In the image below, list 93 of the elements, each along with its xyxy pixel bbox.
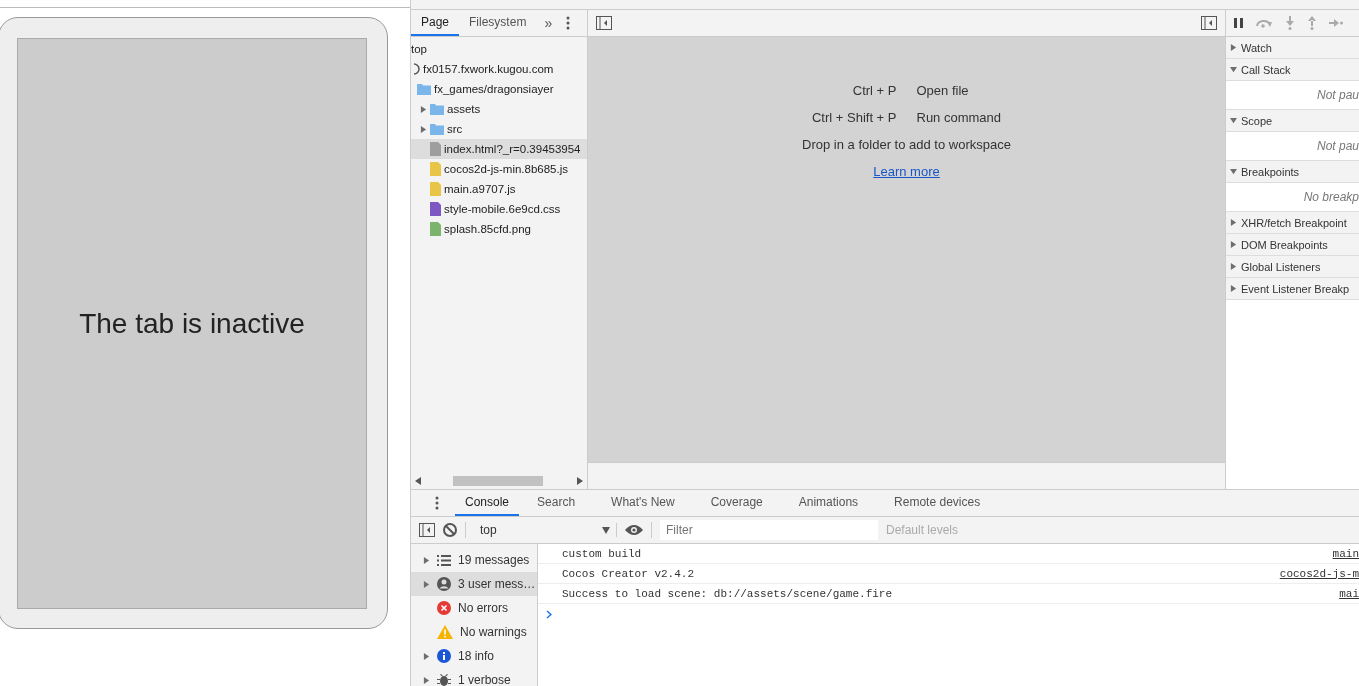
drawer-tab[interactable]: Animations xyxy=(780,490,877,516)
console-message: custom build xyxy=(562,547,642,560)
disclosure-triangle-icon[interactable] xyxy=(1230,219,1237,226)
tree-item[interactable]: main.a9707.js xyxy=(444,183,516,195)
drawer-tab[interactable]: Remote devices xyxy=(876,490,999,516)
sidebar-item[interactable]: 18 info xyxy=(411,644,537,668)
drop-hint: Drop in a folder to add to workspace xyxy=(802,137,1011,152)
pane-title: XHR/fetch Breakpoint xyxy=(1241,216,1347,229)
shortcut-action: Open file xyxy=(916,83,970,98)
pane-status: No breakp xyxy=(1303,190,1359,204)
bug-icon xyxy=(437,673,451,686)
disclosure-triangle-icon[interactable] xyxy=(1230,44,1237,51)
disclosure-triangle-icon[interactable] xyxy=(1230,263,1237,270)
kebab-menu-icon[interactable] xyxy=(566,16,571,30)
scroll-right-icon[interactable] xyxy=(577,477,583,485)
tree-item[interactable]: cocos2d-js-min.8b685.js xyxy=(444,163,568,175)
source-link[interactable]: cocos2d-js-m xyxy=(1279,567,1359,580)
user-icon xyxy=(437,577,451,591)
disclosure-triangle-icon[interactable] xyxy=(420,105,427,113)
folder-icon xyxy=(417,83,431,95)
pane-title: Watch xyxy=(1241,41,1272,54)
drawer-tab[interactable]: Search xyxy=(519,490,594,516)
filter-field[interactable]: Filter xyxy=(660,520,878,540)
panel-tab[interactable]: Filesystem xyxy=(459,10,537,36)
disclosure-triangle-icon[interactable] xyxy=(420,125,427,133)
tree-item[interactable]: src xyxy=(447,123,463,135)
folder-icon xyxy=(430,123,444,135)
shortcut-keys: Ctrl + Shift + P xyxy=(756,110,897,125)
sidebar-toggle-icon[interactable] xyxy=(419,523,435,537)
list-icon xyxy=(437,554,451,566)
sidebar-item[interactable]: 1 verbose xyxy=(411,668,537,686)
shortcut-keys: Ctrl + P xyxy=(756,83,897,98)
drawer-tab[interactable]: Coverage xyxy=(692,490,781,516)
sidebar-item[interactable]: 19 messages xyxy=(411,548,537,572)
pane-header[interactable]: DOM Breakpoints xyxy=(1226,234,1359,256)
console-message: Success to load scene: db://assets/scene/game.fire xyxy=(562,587,893,600)
pane-header[interactable]: Watch xyxy=(1226,37,1359,59)
prompt-chevron-icon xyxy=(546,610,552,619)
disclosure-triangle-icon[interactable] xyxy=(1230,241,1237,248)
tree-item[interactable]: fx_games/dragonsiayer xyxy=(434,83,554,95)
inactive-message: The tab is inactive xyxy=(79,307,305,340)
error-icon xyxy=(437,601,451,615)
drawer-tab[interactable]: Console xyxy=(455,490,520,516)
pane-title: Breakpoints xyxy=(1241,165,1300,178)
scrollbar-thumb[interactable] xyxy=(453,476,543,486)
tree-item[interactable]: splash.85cfd.png xyxy=(444,223,531,235)
drawer-tab[interactable]: What's New xyxy=(593,490,693,516)
console-message: Cocos Creator v2.4.2 xyxy=(562,567,695,580)
source-link[interactable]: main xyxy=(1332,547,1359,560)
pane-title: Scope xyxy=(1241,114,1273,127)
sidebar-item[interactable]: 3 user mess… xyxy=(411,572,537,596)
tree-item[interactable]: fx0157.fxwork.kugou.com xyxy=(423,63,554,75)
disclosure-triangle-icon[interactable] xyxy=(1230,285,1237,292)
debugger-toggle-icon[interactable] xyxy=(1201,16,1217,30)
pause-icon[interactable] xyxy=(1234,18,1243,28)
pane-header[interactable]: Breakpoints xyxy=(1226,161,1359,183)
pane-title: Call Stack xyxy=(1241,63,1291,76)
disclosure-triangle-icon[interactable] xyxy=(1230,168,1237,175)
disclosure-triangle-icon[interactable] xyxy=(423,676,430,684)
scroll-left-icon[interactable] xyxy=(415,477,421,485)
pane-status: Not pau xyxy=(1316,88,1359,102)
caret-icon xyxy=(602,526,610,534)
sidebar-item[interactable]: No errors xyxy=(411,596,537,620)
context-select[interactable]: top xyxy=(474,523,617,537)
sidebar-item[interactable]: No warnings xyxy=(411,620,537,644)
pane-title: Global Listeners xyxy=(1241,260,1321,273)
disclosure-triangle-icon[interactable] xyxy=(423,580,430,588)
disclosure-triangle-icon[interactable] xyxy=(1230,117,1237,124)
pane-header[interactable]: XHR/fetch Breakpoint xyxy=(1226,212,1359,234)
warning-icon xyxy=(437,625,453,639)
pane-header[interactable]: Scope xyxy=(1226,110,1359,132)
tree-item[interactable]: style-mobile.6e9cd.css xyxy=(444,203,561,215)
tree-item[interactable]: top xyxy=(411,43,427,55)
eye-icon[interactable] xyxy=(625,524,643,536)
more-tabs-button[interactable]: » xyxy=(536,15,561,31)
panel-tab[interactable]: Page xyxy=(411,10,460,36)
folder-icon xyxy=(430,103,444,115)
pane-title: Event Listener Breakp xyxy=(1241,282,1350,295)
learn-more-link[interactable]: Learn more xyxy=(873,164,940,179)
disclosure-triangle-icon[interactable] xyxy=(423,556,430,564)
pane-header[interactable]: Call Stack xyxy=(1226,59,1359,81)
info-icon xyxy=(437,649,451,663)
disclosure-triangle-icon[interactable] xyxy=(1230,66,1237,73)
tree-item[interactable]: assets xyxy=(447,103,481,115)
disclosure-triangle-icon[interactable] xyxy=(423,652,430,660)
pane-status: Not pau xyxy=(1316,139,1359,153)
shortcut-action: Run command xyxy=(916,110,1003,125)
clear-console-icon[interactable] xyxy=(443,523,457,537)
navigator-toggle-icon[interactable] xyxy=(596,16,612,30)
pane-title: DOM Breakpoints xyxy=(1241,238,1328,251)
source-link[interactable]: mai xyxy=(1339,587,1359,600)
pane-header[interactable]: Global Listeners xyxy=(1226,256,1359,278)
pane-header[interactable]: Event Listener Breakp xyxy=(1226,278,1359,300)
